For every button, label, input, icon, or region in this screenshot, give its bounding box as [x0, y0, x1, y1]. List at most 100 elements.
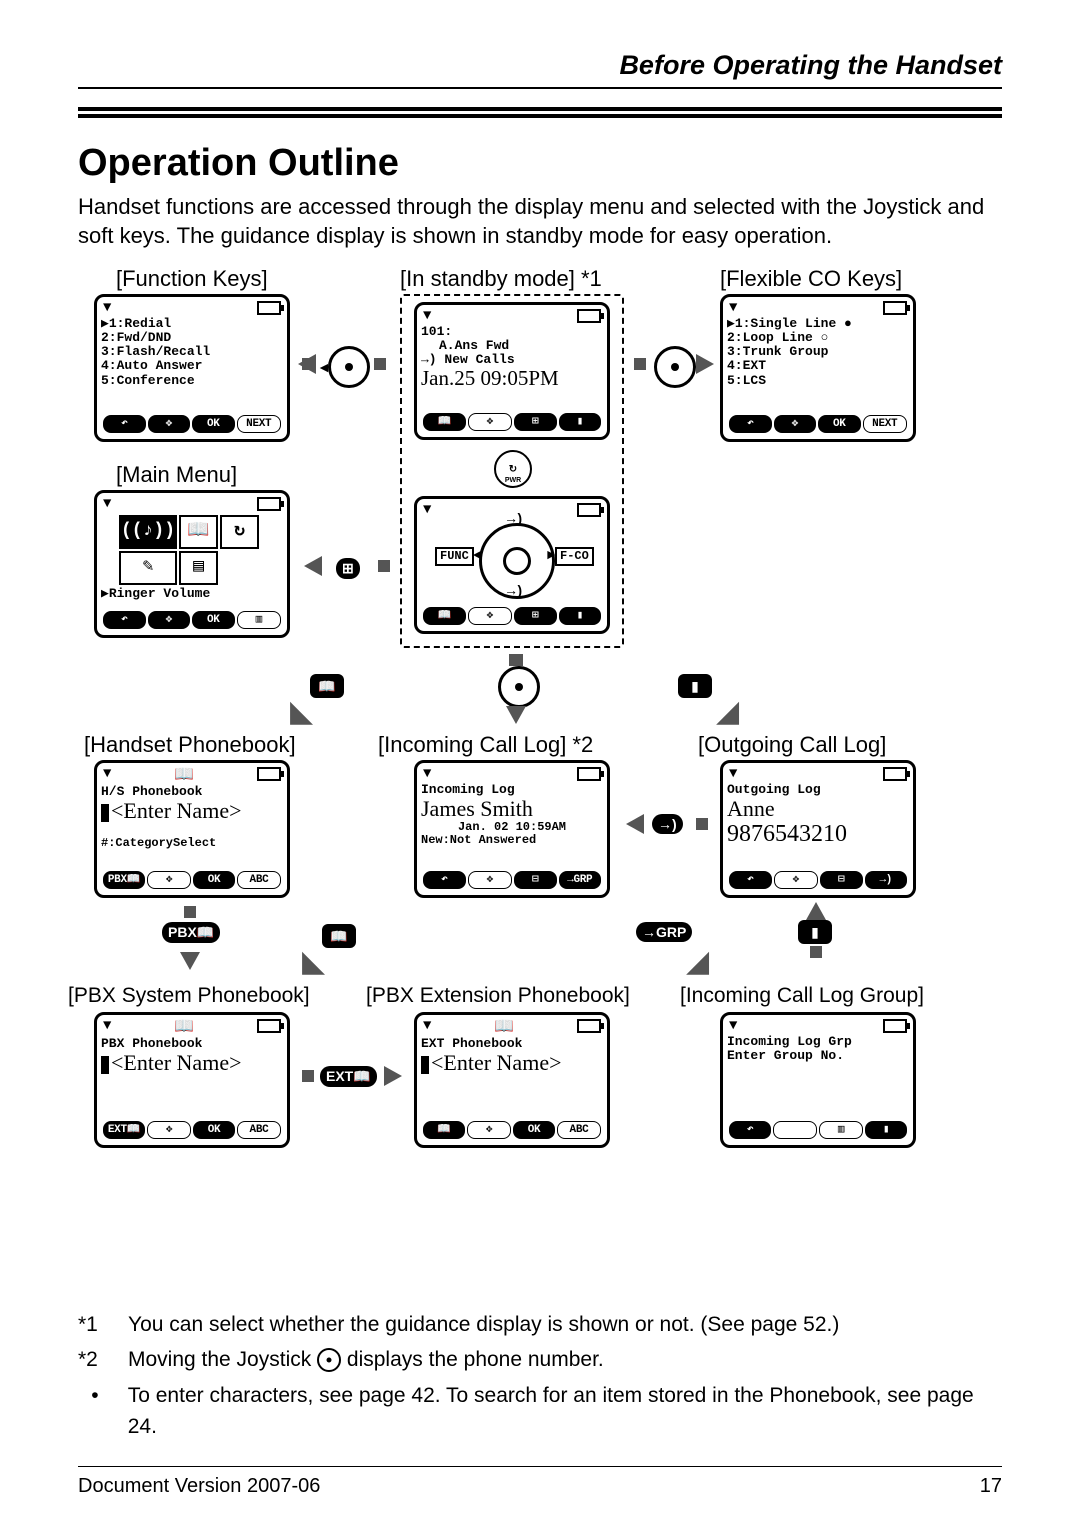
- caption-pbx-sys-pb: [PBX System Phonebook]: [68, 984, 310, 1008]
- stem: [184, 906, 196, 918]
- joystick-left-icon: [328, 346, 370, 388]
- sk-detail[interactable]: ⊟: [820, 871, 863, 889]
- redial-softkey-icon: ▮: [678, 674, 712, 698]
- joystick-down-icon: [498, 666, 540, 708]
- arrow-right-icon: [696, 354, 714, 374]
- sk-nav[interactable]: ✥: [148, 415, 191, 433]
- sk-back[interactable]: ↶: [729, 1121, 771, 1139]
- stem: [810, 946, 822, 958]
- stem: [378, 560, 390, 572]
- sk-back[interactable]: ↶: [423, 871, 466, 889]
- standby-l2: A.Ans Fwd: [421, 339, 603, 353]
- sk-nav[interactable]: ✥: [468, 413, 513, 431]
- hpb-entry: <Enter Name>: [101, 799, 283, 823]
- sk-empty[interactable]: [773, 1121, 817, 1139]
- sk-nav[interactable]: ✥: [467, 1121, 511, 1139]
- caption-standby: [In standby mode] *1: [400, 266, 602, 292]
- sk-menu[interactable]: ⊞: [514, 413, 557, 431]
- arrow-left-icon: [304, 556, 322, 576]
- book-icon: 📖: [174, 1019, 194, 1037]
- antenna-icon: ▼: [103, 301, 111, 316]
- operation-diagram: [Function Keys] [In standby mode] *1 [Fl…: [80, 266, 1000, 1306]
- power-icon: ↻PWR: [494, 450, 532, 488]
- sk-back[interactable]: ↶: [729, 415, 772, 433]
- sk-ok[interactable]: OK: [513, 1121, 555, 1139]
- menu-loop-icon[interactable]: ↻: [220, 515, 259, 549]
- menu-book-icon[interactable]: 📖: [179, 515, 218, 549]
- pbx-book-pill: PBX📖: [162, 922, 220, 943]
- sk-nav[interactable]: ✥: [147, 1121, 191, 1139]
- battery-icon: [257, 497, 281, 511]
- menu-pen-icon[interactable]: ✎: [119, 551, 177, 585]
- battery-icon: [883, 1019, 907, 1033]
- antenna-icon: ▼: [729, 1019, 737, 1034]
- fk-line2: 2:Fwd/DND: [101, 331, 283, 345]
- sk-more[interactable]: ▥: [237, 611, 282, 629]
- sk-menu[interactable]: ⊞: [514, 607, 557, 625]
- sk-ok[interactable]: OK: [193, 1121, 235, 1139]
- sk-detail[interactable]: ⊟: [514, 871, 557, 889]
- fk-line3: 3:Flash/Recall: [101, 345, 283, 359]
- sk-nav[interactable]: ✥: [774, 415, 817, 433]
- sk-extbook[interactable]: EXT📖: [103, 1121, 145, 1139]
- double-rule: [78, 107, 1002, 118]
- sk-ok[interactable]: OK: [818, 415, 861, 433]
- footnotes: *1 You can select whether the guidance d…: [78, 1310, 1002, 1442]
- screen-outgoing-log: ▼ Outgoing Log Anne 9876543210 ↶ ✥ ⊟ →): [720, 760, 916, 898]
- standby-datetime: Jan.25 09:05PM: [421, 367, 603, 390]
- screen-pbx-sys-pb: ▼📖 PBX Phonebook <Enter Name> EXT📖 ✥ OK …: [94, 1012, 290, 1148]
- sk-back[interactable]: ↶: [103, 611, 146, 629]
- joystick-right-icon: [654, 346, 696, 388]
- sk-back[interactable]: ↶: [103, 415, 146, 433]
- sk-next[interactable]: NEXT: [237, 415, 282, 433]
- sk-next[interactable]: NEXT: [863, 415, 908, 433]
- redial-softkey-icon: ▮: [798, 920, 832, 944]
- ilog-status: New:Not Answered: [421, 834, 603, 847]
- sk-redial[interactable]: ▮: [559, 413, 602, 431]
- stem: [509, 654, 523, 666]
- arrow-left-icon: [298, 354, 316, 374]
- screen-standby: ▼ 101: A.Ans Fwd →) New Calls Jan.25 09:…: [414, 302, 610, 440]
- sk-redial[interactable]: ▮: [865, 1121, 907, 1139]
- menu-card-icon[interactable]: ▤: [179, 551, 218, 585]
- sk-nav[interactable]: ✥: [774, 871, 819, 889]
- screen-pbx-ext-pb: ▼📖 EXT Phonebook <Enter Name> 📖 ✥ OK ABC: [414, 1012, 610, 1148]
- caption-handset-pb: [Handset Phonebook]: [84, 732, 296, 758]
- fco-label: F-CO: [555, 547, 594, 566]
- sk-redial[interactable]: ▮: [559, 607, 602, 625]
- note2-text: Moving the Joystick displays the phone n…: [128, 1345, 604, 1375]
- igrp-l2: Enter Group No.: [727, 1049, 909, 1063]
- sk-redial[interactable]: →): [865, 871, 908, 889]
- sk-abc[interactable]: ABC: [237, 1121, 281, 1139]
- book-softkey-icon: 📖: [310, 674, 344, 698]
- antenna-icon: ▼: [103, 767, 111, 785]
- co-line1: ▶1:Single Line ●: [727, 317, 909, 331]
- sk-more[interactable]: ▥: [819, 1121, 863, 1139]
- page-title: Operation Outline: [78, 142, 1002, 185]
- sk-book[interactable]: 📖: [423, 1121, 465, 1139]
- sk-abc[interactable]: ABC: [237, 871, 281, 889]
- caption-outgoing-log: [Outgoing Call Log]: [698, 732, 886, 758]
- redial-arrow-pill: →): [652, 814, 683, 834]
- fk-line5: 5:Conference: [101, 374, 283, 388]
- menu-ringer-icon[interactable]: ((♪)): [119, 515, 177, 549]
- sk-book[interactable]: 📖: [423, 413, 466, 431]
- sk-nav[interactable]: ✥: [468, 607, 513, 625]
- sk-book[interactable]: 📖: [423, 607, 466, 625]
- sk-grp[interactable]: →GRP: [559, 871, 602, 889]
- stem: [634, 358, 646, 370]
- sk-back[interactable]: ↶: [729, 871, 772, 889]
- sk-nav[interactable]: ✥: [468, 871, 513, 889]
- sk-ok[interactable]: OK: [193, 871, 235, 889]
- sk-ok[interactable]: OK: [192, 611, 235, 629]
- sk-nav[interactable]: ✥: [147, 871, 191, 889]
- sk-ok[interactable]: OK: [192, 415, 235, 433]
- sk-pbxbook[interactable]: PBX📖: [103, 871, 145, 889]
- screen-flexible-co: ▼ ▶1:Single Line ● 2:Loop Line ○ 3:Trunk…: [720, 294, 916, 442]
- battery-icon: [883, 301, 907, 315]
- sk-abc[interactable]: ABC: [557, 1121, 601, 1139]
- sk-nav[interactable]: ✥: [148, 611, 191, 629]
- battery-icon: [577, 1019, 601, 1033]
- standby-l3: →) New Calls: [421, 353, 603, 367]
- ilog-title: Incoming Log: [421, 783, 603, 797]
